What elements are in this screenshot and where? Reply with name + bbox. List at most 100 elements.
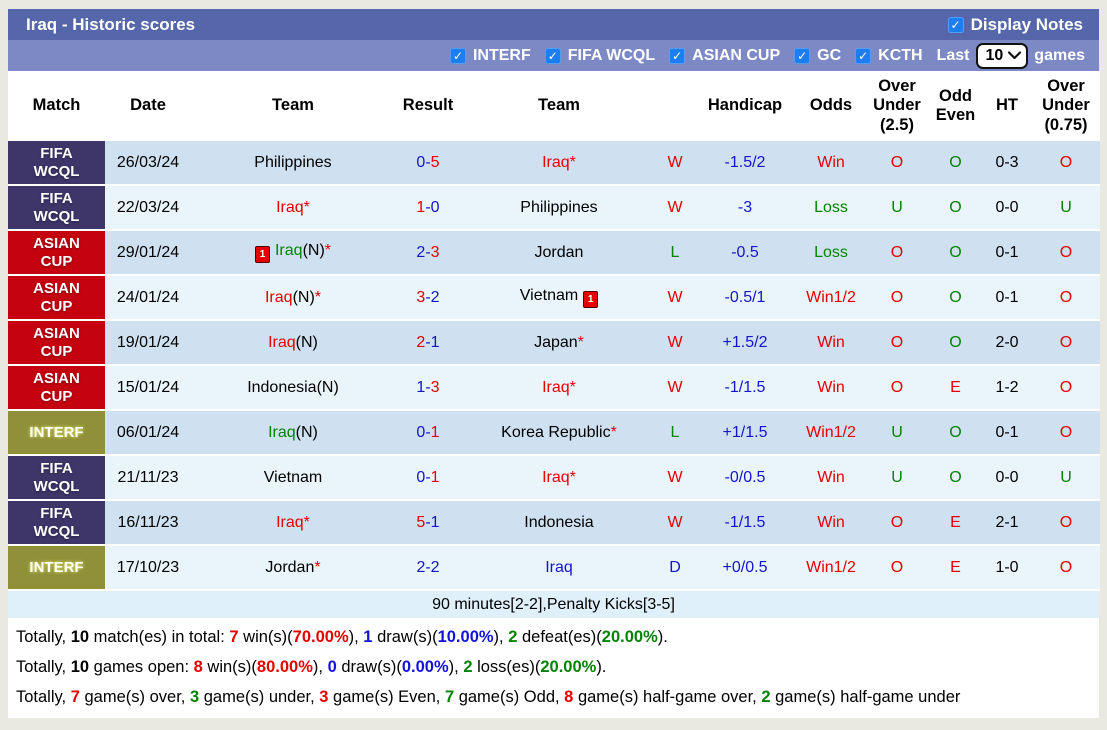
text-segment: 2 <box>416 333 426 351</box>
home-team-cell: Iraq* <box>191 185 395 231</box>
competition-badge: FIFA WCQL <box>8 456 105 498</box>
checkbox-checked-icon[interactable]: ✓ <box>855 47 872 64</box>
handicap-cell: -0/0.5 <box>693 455 797 501</box>
table-row: FIFA WCQL 21/11/23 Vietnam 0-1 Iraq* W -0/0.5 W… <box>8 455 1100 501</box>
text-segment: O <box>890 333 904 351</box>
date-cell: 22/03/24 <box>105 185 191 231</box>
checkbox-checked-icon[interactable]: ✓ <box>794 47 811 64</box>
competition-filters: ✓ INTERF ✓ FIFA WCQL ✓ ASIAN CUP ✓ GC ✓ KCTH <box>449 47 923 65</box>
match-table: Match Date Team Result Team Handicap Odds Over … <box>8 71 1100 591</box>
text-segment: Totally, <box>16 627 71 646</box>
odd-even-cell: O <box>929 455 982 501</box>
text-segment: Win1/2 <box>806 558 856 576</box>
handicap-cell: -0.5/1 <box>693 275 797 321</box>
result-cell: 0-1 <box>395 410 461 456</box>
text-segment: * <box>324 242 332 259</box>
table-row: FIFA WCQL 22/03/24 Iraq* 1-0 Philippines W -3 L… <box>8 185 1100 231</box>
result-cell: 3-2 <box>395 275 461 321</box>
text-segment: Win <box>817 333 845 351</box>
note-row: 90 minutes[2-2],Penalty Kicks[3-5] <box>8 591 1099 620</box>
odds-cell: Win <box>797 365 865 411</box>
match-cell: INTERF <box>8 410 105 456</box>
odd-even-cell: E <box>929 545 982 591</box>
text-segment: U <box>1060 198 1072 216</box>
text-segment: O <box>1059 153 1073 171</box>
last-label: Last <box>936 46 970 64</box>
ht-cell: 2-0 <box>982 320 1032 366</box>
competition-badge: ASIAN CUP <box>8 231 105 273</box>
text-segment: Philippines <box>520 198 598 216</box>
text-segment: Iraq <box>276 198 304 216</box>
win-draw-loss-cell: W <box>657 500 693 546</box>
filter-checkbox-fifa-wcql[interactable]: ✓ FIFA WCQL <box>544 47 655 65</box>
text-segment: O <box>949 288 962 306</box>
text-segment: 3 <box>430 243 440 261</box>
text-segment: 0- <box>416 153 431 171</box>
odd-even-cell: O <box>929 230 982 276</box>
over-under-075-cell: O <box>1032 230 1100 276</box>
text-segment: E <box>950 558 961 576</box>
text-segment: W <box>667 468 683 486</box>
text-segment: Japan <box>534 333 578 351</box>
ht-cell: 2-1 <box>982 500 1032 546</box>
text-segment: W <box>667 333 683 351</box>
text-segment: 0- <box>416 468 431 486</box>
text-segment: Win <box>817 378 845 396</box>
odds-cell: Win <box>797 500 865 546</box>
text-segment: 80.00% <box>256 657 313 676</box>
competition-badge: ASIAN CUP <box>8 276 105 318</box>
filter-checkbox-asian-cup[interactable]: ✓ ASIAN CUP <box>669 47 780 65</box>
text-segment: -2 <box>425 288 440 306</box>
checkbox-checked-icon[interactable]: ✓ <box>947 16 964 33</box>
competition-badge: INTERF <box>8 411 105 453</box>
text-segment: Korea Republic <box>501 423 611 441</box>
filter-checkbox-kcth[interactable]: ✓ KCTH <box>855 47 923 65</box>
text-segment: O <box>890 288 904 306</box>
last-games-select[interactable]: 10 <box>975 42 1029 69</box>
handicap-cell: -0.5 <box>693 230 797 276</box>
date-cell: 06/01/24 <box>105 410 191 456</box>
handicap-cell: +1.5/2 <box>693 320 797 366</box>
filter-checkbox-interf[interactable]: ✓ INTERF <box>449 47 531 65</box>
text-segment: 0.00% <box>401 657 449 676</box>
text-segment: O <box>949 153 962 171</box>
odds-cell: Win <box>797 141 865 186</box>
text-segment: Iraq <box>274 242 303 259</box>
odd-even-cell: O <box>929 141 982 186</box>
text-segment: Iraq <box>542 468 570 486</box>
checkbox-checked-icon[interactable]: ✓ <box>669 47 686 64</box>
summary-line-2: Totally, 10 games open: 8 win(s)(80.00%)… <box>8 652 1099 682</box>
text-segment: * <box>577 333 584 351</box>
text-segment: draw(s)( <box>372 627 438 646</box>
filter-label: ASIAN CUP <box>692 46 781 64</box>
ht-cell: 0-1 <box>982 230 1032 276</box>
filter-checkbox-gc[interactable]: ✓ GC <box>794 47 841 65</box>
text-segment: Win <box>817 153 845 171</box>
text-segment: ). <box>596 657 607 676</box>
text-segment: win(s)( <box>202 657 257 676</box>
filter-bar: ✓ INTERF ✓ FIFA WCQL ✓ ASIAN CUP ✓ GC ✓ KCTH Last… <box>8 40 1099 71</box>
text-segment: 1 <box>430 468 440 486</box>
competition-badge: FIFA WCQL <box>8 186 105 228</box>
text-segment: O <box>890 558 904 576</box>
over-under-25-cell: U <box>865 455 929 501</box>
checkbox-checked-icon[interactable]: ✓ <box>449 47 466 64</box>
over-under-075-cell: O <box>1032 141 1100 186</box>
text-segment: 8 <box>193 657 203 676</box>
text-segment: 5 <box>416 513 426 531</box>
checkbox-checked-icon[interactable]: ✓ <box>544 47 561 64</box>
text-segment: game(s) half-game over, <box>573 687 762 706</box>
display-notes-toggle[interactable]: ✓ Display Notes <box>947 15 1083 35</box>
column-header: Over Under (2.5) <box>865 71 929 141</box>
text-segment: 7 <box>229 627 239 646</box>
text-segment: D <box>669 558 681 576</box>
text-segment: 3 <box>430 378 440 396</box>
text-segment: 2 <box>761 687 771 706</box>
text-segment: -0 <box>425 198 440 216</box>
text-segment: W <box>667 513 683 531</box>
match-cell: ASIAN CUP <box>8 320 105 366</box>
odds-cell: Loss <box>797 185 865 231</box>
text-segment: U <box>891 468 903 486</box>
win-draw-loss-cell: W <box>657 455 693 501</box>
ht-cell: 0-1 <box>982 410 1032 456</box>
